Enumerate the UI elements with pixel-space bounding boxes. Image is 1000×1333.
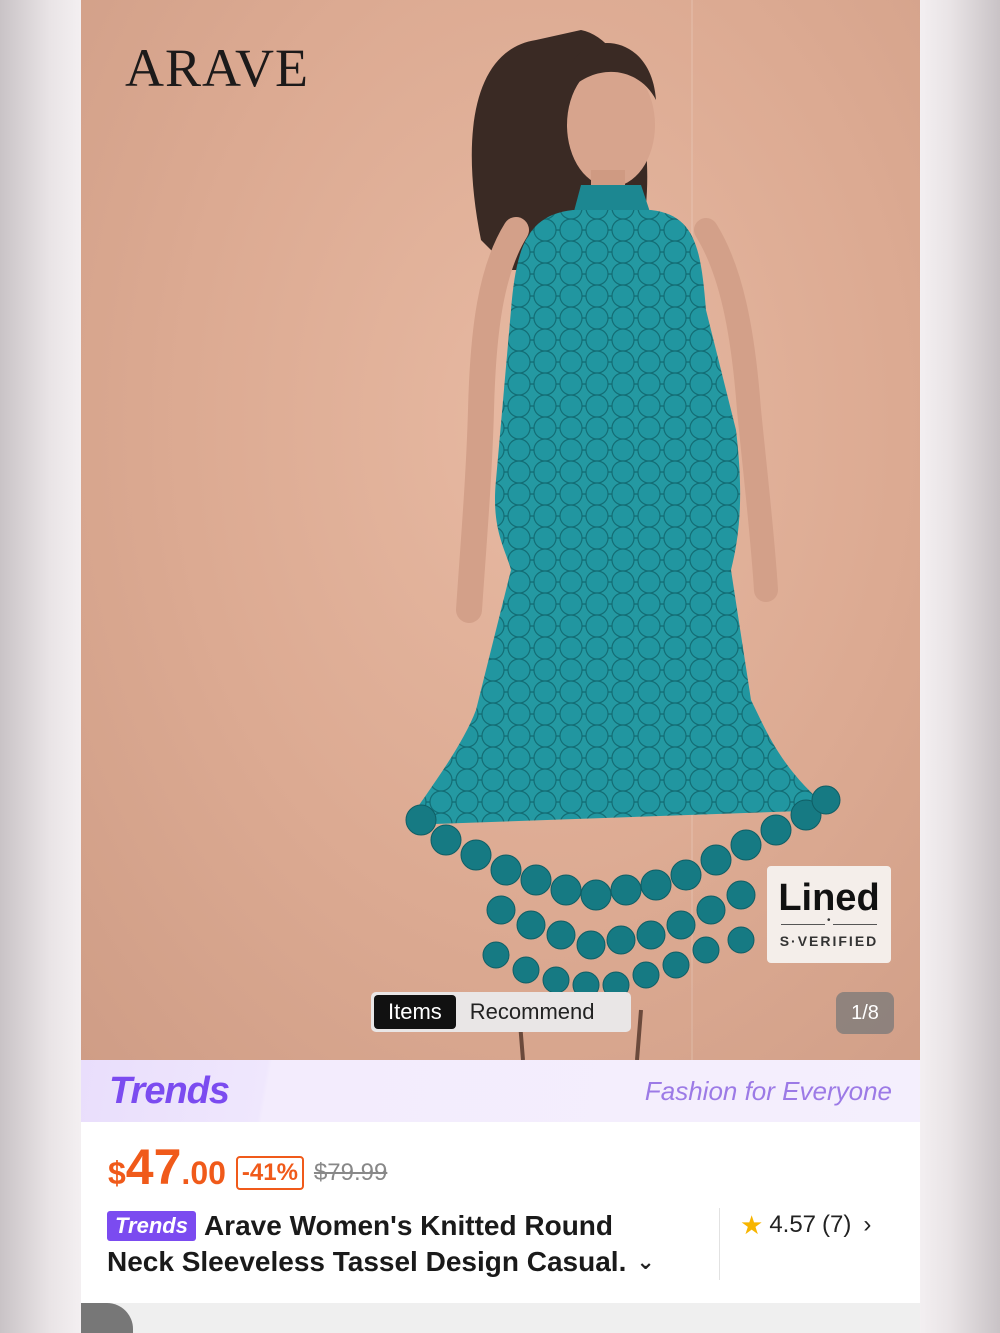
star-icon: ★ <box>740 1210 764 1240</box>
chevron-right-icon[interactable]: › <box>863 1210 871 1240</box>
title-text-1: Arave Women's Knitted Round <box>203 1210 614 1241</box>
title-line-1: Trends Arave Women's Knitted Round <box>107 1208 707 1244</box>
original-price: $79.99 <box>313 1159 388 1186</box>
product-title[interactable]: Trends Arave Women's Knitted Round Neck S… <box>107 1208 707 1280</box>
toggle-items[interactable]: Items <box>374 995 456 1029</box>
chevron-down-icon[interactable]: ⌄ <box>636 1244 654 1280</box>
rating-value: 4.57 <box>769 1211 817 1238</box>
bottom-divider <box>81 1303 920 1333</box>
discount-badge: -41% <box>235 1156 304 1190</box>
price-row: $ 47 .00 -41% $79.99 <box>108 1138 388 1195</box>
rating-summary[interactable]: ★ 4.57 (7) › <box>719 1208 871 1280</box>
price-integer: 47 <box>125 1139 182 1195</box>
price-currency: $ <box>108 1155 126 1191</box>
title-text-2: Neck Sleeveless Tassel Design Casual <box>107 1246 619 1277</box>
badge-title: Lined <box>778 877 880 919</box>
trends-tagline: Fashion for Everyone <box>644 1076 892 1106</box>
title-ellipsis: . <box>618 1246 627 1277</box>
trends-chip: Trends <box>107 1211 196 1241</box>
trends-logo: Trends <box>109 1070 230 1112</box>
image-counter: 1/8 <box>836 992 894 1034</box>
badge-subtitle: S·VERIFIED <box>779 933 879 949</box>
app-frame: ARAVE Lined • S·VERIFIED Items Recommend… <box>81 0 920 1333</box>
title-line-2: Neck Sleeveless Tassel Design Casual. ⌄ <box>107 1244 707 1280</box>
lined-verified-badge: Lined S·VERIFIED <box>767 866 891 963</box>
rating-count: (7) <box>822 1211 852 1238</box>
price-decimal: .00 <box>181 1155 226 1191</box>
trends-banner[interactable]: Trends Fashion for Everyone <box>81 1060 920 1122</box>
product-image[interactable]: ARAVE Lined • S·VERIFIED Items Recommend… <box>81 0 920 1060</box>
brand-logo: ARAVE <box>125 38 310 98</box>
toggle-recommend[interactable]: Recommend <box>456 995 609 1029</box>
badge-divider <box>781 915 877 926</box>
image-mode-toggle: Items Recommend <box>371 992 631 1032</box>
